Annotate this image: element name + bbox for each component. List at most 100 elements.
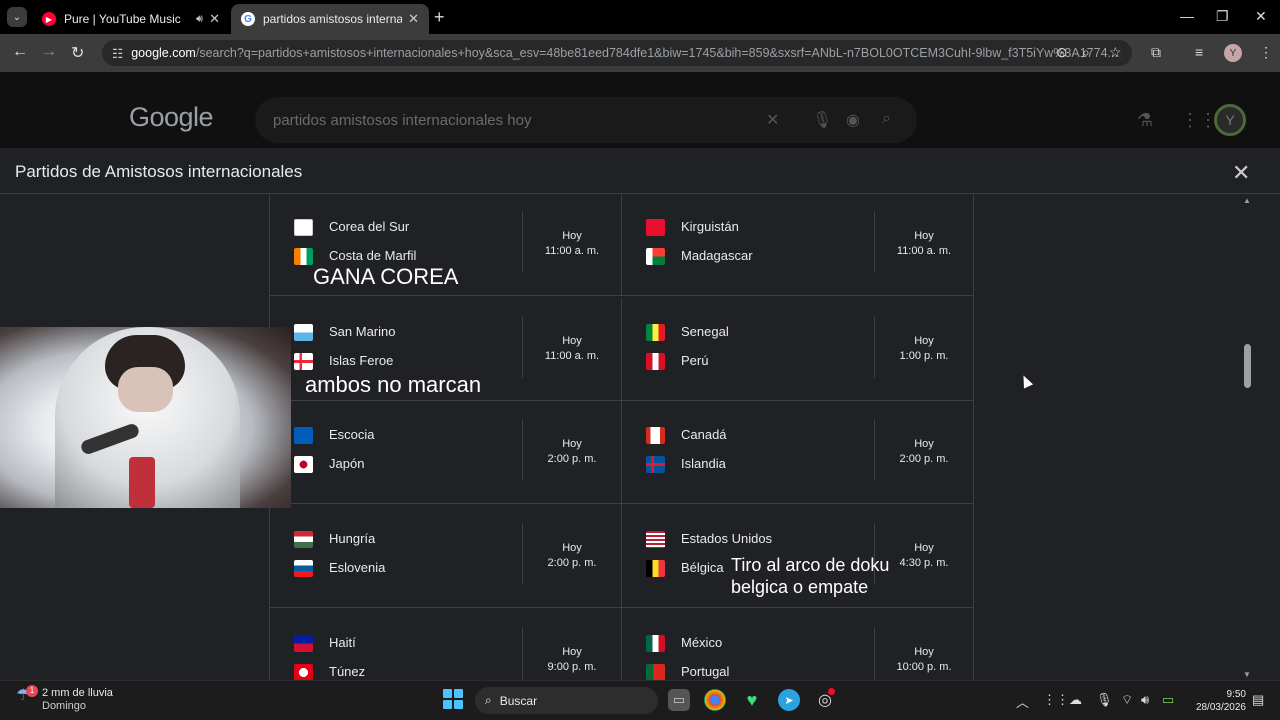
tab-youtube-music[interactable]: ▶ Pure | YouTube Music 🔊︎ ✕ <box>32 4 230 34</box>
heart-app-icon[interactable]: ♥ <box>741 689 763 711</box>
close-tab-icon[interactable]: ✕ <box>408 11 419 27</box>
url-path: /search?q=partidos+amistosos+internacion… <box>195 46 1118 60</box>
match-card[interactable]: Haití Túnez Hoy 9:00 p. m. <box>270 609 622 680</box>
volume-icon[interactable]: 🔊︎ <box>1141 692 1149 708</box>
match-card[interactable]: Hungría Eslovenia Hoy 2:00 p. m. <box>270 505 622 608</box>
microphone-icon[interactable]: 🎙︎ <box>1096 692 1113 708</box>
reload-icon[interactable]: ↻ <box>71 43 84 63</box>
battery-icon[interactable]: ▭ <box>1162 692 1174 708</box>
google-account-avatar[interactable]: Y <box>1214 104 1246 136</box>
home-team: México <box>681 635 723 650</box>
match-card[interactable]: México Portugal Hoy 10:00 p. m. <box>622 609 973 680</box>
bookmark-star-icon[interactable]: ☆ <box>1109 44 1122 61</box>
weather-badge: 1 <box>26 685 38 697</box>
tab-search-dropdown-icon[interactable]: ⌄ <box>7 7 27 27</box>
match-time: Hoy 9:00 p. m. <box>523 645 621 675</box>
home-team: Estados Unidos <box>681 531 773 546</box>
google-icon: G <box>241 12 255 26</box>
close-panel-icon[interactable]: ✕ <box>1232 160 1250 186</box>
close-tab-icon[interactable]: ✕ <box>209 11 220 27</box>
site-settings-icon[interactable]: ☷ <box>112 46 123 61</box>
match-hour: 2:00 p. m. <box>547 453 597 465</box>
url-site: google.com <box>131 46 196 60</box>
away-flag-icon <box>294 353 313 370</box>
clock-time: 9:50 <box>1226 689 1246 700</box>
match-time: Hoy 2:00 p. m. <box>523 437 621 467</box>
minimize-icon[interactable]: — <box>1180 8 1194 24</box>
match-hour: 10:00 p. m. <box>896 661 952 673</box>
forward-icon[interactable]: → <box>41 43 57 61</box>
notification-icon[interactable]: ▤ <box>1252 692 1264 708</box>
match-hour: 2:00 p. m. <box>899 453 949 465</box>
extensions-icon[interactable]: ⧉ <box>1151 44 1161 61</box>
labs-icon[interactable]: ⚗︎ <box>1137 110 1153 131</box>
match-day: Hoy <box>562 646 582 658</box>
menu-icon[interactable]: ⋮ <box>1259 44 1273 61</box>
away-team: Costa de Marfil <box>329 248 417 263</box>
google-logo[interactable]: Google <box>129 102 214 133</box>
match-hour: 11:00 a. m. <box>896 245 952 257</box>
tray-apps-icon[interactable]: ⋮⋮ <box>1043 692 1069 708</box>
home-team: Haití <box>329 635 356 650</box>
match-day: Hoy <box>562 230 582 242</box>
weather-day: Domingo <box>42 700 87 712</box>
back-icon[interactable]: ← <box>12 43 28 61</box>
search-icon[interactable]: ⌕ <box>882 110 891 128</box>
zoom-icon[interactable]: ⌕ <box>1082 44 1090 61</box>
match-time: Hoy 1:00 p. m. <box>875 334 973 364</box>
windows-start-icon[interactable] <box>443 689 463 709</box>
location-icon[interactable]: ⊙ <box>1056 44 1068 61</box>
chrome-icon[interactable] <box>704 689 726 711</box>
clear-icon[interactable]: ✕ <box>766 110 779 130</box>
profile-avatar[interactable]: Y <box>1224 44 1242 62</box>
away-flag-icon <box>294 456 313 473</box>
match-card[interactable]: Senegal Perú Hoy 1:00 p. m. <box>622 298 973 401</box>
taskbar-search[interactable]: ⌕ Buscar <box>475 687 658 714</box>
home-flag-icon <box>646 531 665 548</box>
home-team: Canadá <box>681 427 727 442</box>
telegram-icon[interactable]: ➤ <box>778 689 800 711</box>
scrollbar-thumb[interactable] <box>1244 344 1251 388</box>
scroll-up-icon[interactable]: ▲ <box>1243 196 1251 205</box>
search-icon: ⌕ <box>485 693 492 707</box>
home-team: San Marino <box>329 324 396 339</box>
match-day: Hoy <box>562 335 582 347</box>
new-tab-icon[interactable]: + <box>434 7 445 28</box>
match-card[interactable]: Kirguistán Madagascar Hoy 11:00 a. m. <box>622 194 973 296</box>
away-team: Perú <box>681 353 709 368</box>
match-card[interactable]: Canadá Islandia Hoy 2:00 p. m. <box>622 401 973 504</box>
task-view-icon[interactable]: ▭ <box>668 689 690 711</box>
media-controls-icon[interactable]: ≡ <box>1195 44 1203 60</box>
home-flag-icon <box>646 635 665 652</box>
youtube-music-icon: ▶ <box>42 12 56 26</box>
panel-title: Partidos de Amistosos internacionales <box>15 162 303 181</box>
home-flag-icon <box>294 427 313 444</box>
system-clock[interactable]: 9:50 28/03/2026 <box>1188 688 1246 714</box>
scroll-down-icon[interactable]: ▼ <box>1243 670 1251 679</box>
cloud-icon[interactable]: ☁ <box>1069 692 1082 708</box>
speaker-icon[interactable]: 🔊︎ <box>196 13 203 26</box>
apps-grid-icon[interactable]: ⋮⋮ <box>1181 110 1217 131</box>
match-time: Hoy 2:00 p. m. <box>523 541 621 571</box>
match-day: Hoy <box>914 335 934 347</box>
away-flag-icon <box>646 456 665 473</box>
lens-icon[interactable]: ◉ <box>846 110 860 130</box>
away-flag-icon <box>646 664 665 680</box>
match-hour: 2:00 p. m. <box>547 557 597 569</box>
match-day: Hoy <box>914 438 934 450</box>
match-card[interactable]: Escocia Japón Hoy 2:00 p. m. <box>270 401 622 504</box>
address-bar[interactable]: ☷ google.com/search?q=partidos+amistosos… <box>102 40 1132 66</box>
restore-icon[interactable]: ❐ <box>1216 8 1229 25</box>
tray-chevron-icon[interactable]: ︿ <box>1016 692 1029 711</box>
microphone-icon[interactable]: 🎙︎ <box>812 110 832 130</box>
away-flag-icon <box>646 353 665 370</box>
weather-text: 2 mm de lluvia <box>42 687 113 699</box>
close-window-icon[interactable]: ✕ <box>1255 8 1267 25</box>
away-flag-icon <box>646 248 665 265</box>
tab-google-search[interactable]: G partidos amistosos internacionales ✕ <box>231 4 429 34</box>
home-team: Kirguistán <box>681 219 739 234</box>
wifi-icon[interactable]: ⌔ <box>1121 692 1133 708</box>
match-time: Hoy 11:00 a. m. <box>875 229 973 259</box>
home-team: Senegal <box>681 324 729 339</box>
scrollbar[interactable] <box>1242 196 1254 680</box>
